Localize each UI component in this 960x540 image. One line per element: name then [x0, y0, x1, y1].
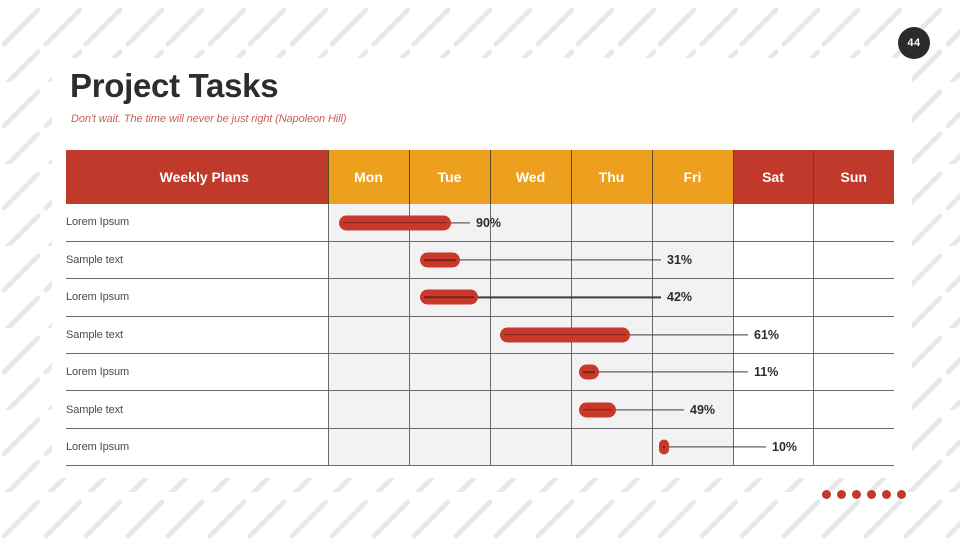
cell-thu — [571, 278, 653, 317]
column-header-sun[interactable]: Sun — [813, 150, 894, 204]
page-subtitle: Don't wait. The time will never be just … — [71, 113, 347, 125]
table-row[interactable]: Sample text — [66, 241, 894, 280]
decorative-dot — [897, 490, 906, 499]
column-header-thu[interactable]: Thu — [571, 150, 653, 204]
cell-sat — [733, 204, 814, 242]
cell-tue — [409, 241, 491, 280]
column-header-mon[interactable]: Mon — [328, 150, 410, 204]
cell-mon — [328, 241, 410, 280]
cell-sat — [733, 278, 814, 317]
table-body: Lorem Ipsum Sample text Lorem Ipsum Samp… — [66, 204, 894, 467]
cell-sat — [733, 353, 814, 392]
gantt-table: Weekly Plans Mon Tue Wed Thu Fri Sat Sun… — [66, 150, 894, 467]
cell-sun — [813, 204, 894, 242]
cell-sun — [813, 390, 894, 429]
slide-canvas: 44 Project Tasks Don't wait. The time wi… — [0, 0, 960, 540]
decorative-dot — [882, 490, 891, 499]
cell-tue — [409, 428, 491, 467]
cell-sun — [813, 241, 894, 280]
page-number-text: 44 — [907, 37, 921, 49]
column-header-wed[interactable]: Wed — [490, 150, 572, 204]
cell-thu — [571, 428, 653, 467]
cell-thu — [571, 204, 653, 242]
cell-mon — [328, 353, 410, 392]
cell-thu — [571, 241, 653, 280]
cell-tue — [409, 204, 491, 242]
table-row[interactable]: Sample text — [66, 390, 894, 429]
task-label-cell: Sample text — [66, 390, 329, 429]
cell-wed — [490, 390, 572, 429]
decorative-dots — [822, 490, 906, 499]
cell-fri — [652, 316, 734, 355]
cell-mon — [328, 278, 410, 317]
cell-sun — [813, 278, 894, 317]
cell-fri — [652, 428, 734, 467]
table-row[interactable]: Sample text — [66, 316, 894, 355]
cell-mon — [328, 316, 410, 355]
cell-sat — [733, 241, 814, 280]
decorative-dot — [852, 490, 861, 499]
cell-fri — [652, 353, 734, 392]
cell-sat — [733, 428, 814, 467]
task-label-cell: Lorem Ipsum — [66, 204, 329, 242]
cell-wed — [490, 204, 572, 242]
table-head: Weekly Plans Mon Tue Wed Thu Fri Sat Sun — [66, 150, 894, 204]
cell-wed — [490, 353, 572, 392]
cell-fri — [652, 241, 734, 280]
cell-sun — [813, 428, 894, 467]
cell-thu — [571, 353, 653, 392]
cell-thu — [571, 390, 653, 429]
table-header-row: Weekly Plans Mon Tue Wed Thu Fri Sat Sun — [66, 150, 894, 204]
column-header-tue[interactable]: Tue — [409, 150, 491, 204]
column-header-weekly-plans[interactable]: Weekly Plans — [66, 150, 329, 204]
column-header-fri[interactable]: Fri — [652, 150, 734, 204]
page-title: Project Tasks — [70, 67, 279, 104]
cell-sat — [733, 316, 814, 355]
task-label-cell: Lorem Ipsum — [66, 278, 329, 317]
task-label-cell: Lorem Ipsum — [66, 353, 329, 392]
column-header-sat[interactable]: Sat — [733, 150, 814, 204]
cell-fri — [652, 390, 734, 429]
table-row[interactable]: Lorem Ipsum — [66, 204, 894, 242]
decorative-dot — [837, 490, 846, 499]
cell-wed — [490, 278, 572, 317]
task-label-cell: Sample text — [66, 316, 329, 355]
cell-tue — [409, 278, 491, 317]
task-label-cell: Lorem Ipsum — [66, 428, 329, 467]
cell-mon — [328, 428, 410, 467]
page-number-badge: 44 — [898, 27, 930, 59]
cell-wed — [490, 241, 572, 280]
cell-wed — [490, 316, 572, 355]
cell-mon — [328, 204, 410, 242]
decorative-dot — [867, 490, 876, 499]
cell-mon — [328, 390, 410, 429]
weekly-plan-gantt-table: Weekly Plans Mon Tue Wed Thu Fri Sat Sun… — [66, 150, 894, 467]
cell-sat — [733, 390, 814, 429]
cell-sun — [813, 316, 894, 355]
cell-fri — [652, 204, 734, 242]
cell-tue — [409, 390, 491, 429]
cell-sun — [813, 353, 894, 392]
table-row[interactable]: Lorem Ipsum — [66, 353, 894, 392]
table-row[interactable]: Lorem Ipsum — [66, 278, 894, 317]
task-label-cell: Sample text — [66, 241, 329, 280]
cell-tue — [409, 353, 491, 392]
table-row[interactable]: Lorem Ipsum — [66, 428, 894, 467]
cell-fri — [652, 278, 734, 317]
decorative-dot — [822, 490, 831, 499]
cell-tue — [409, 316, 491, 355]
cell-thu — [571, 316, 653, 355]
cell-wed — [490, 428, 572, 467]
